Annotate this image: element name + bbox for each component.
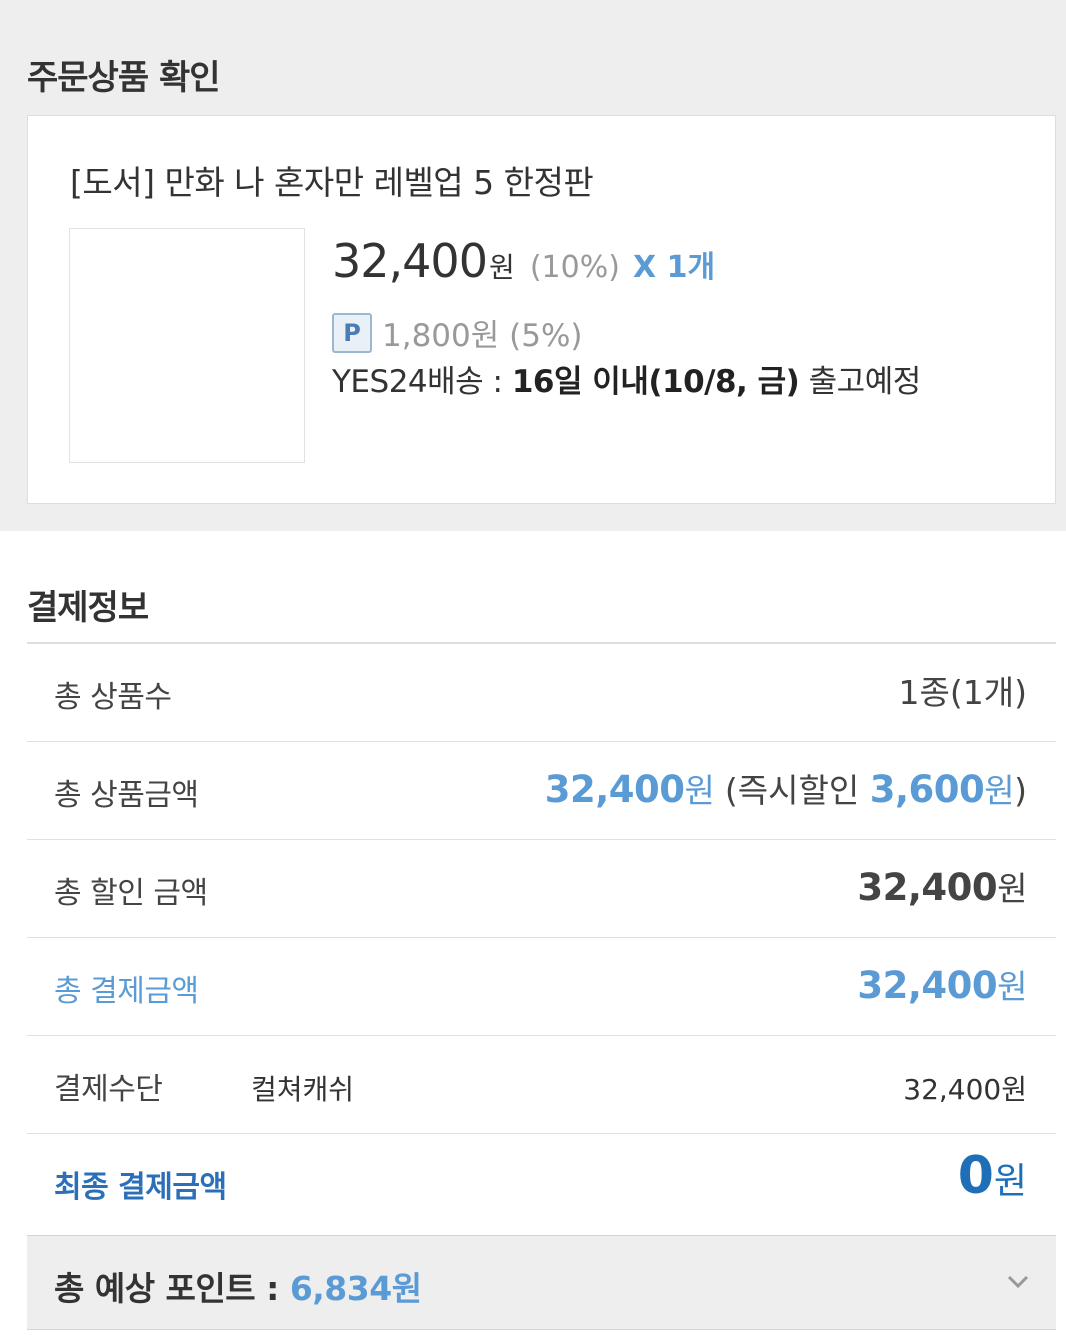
chevron-down-icon[interactable] [1006,1270,1030,1294]
instant-discount-close: ) [1014,771,1027,810]
product-price: 32,400 [332,234,488,288]
total-payment-value: 32,400원 [857,960,1027,1008]
payment-method-row: 결제수단 컬쳐캐쉬 32,400원 [27,1036,1056,1134]
instant-discount-prefix: (즉시할인 [714,771,870,810]
total-payment-row: 총 결제금액 32,400원 [27,938,1056,1036]
total-amount-value: 32,400원 (즉시할인 3,600원) [545,764,1027,812]
total-amount-row: 총 상품금액 32,400원 (즉시할인 3,600원) [27,742,1056,840]
final-payment-row: 최종 결제금액 0원 [27,1134,1056,1232]
total-discount-unit: 원 [997,869,1027,908]
total-items-label: 총 상품수 [54,680,172,715]
total-payment-number: 32,400 [857,964,998,1007]
order-section-title: 주문상품 확인 [27,58,221,98]
expected-points-toggle[interactable]: 총 예상 포인트 : 6,834원 [27,1235,1056,1330]
total-amount-label: 총 상품금액 [54,778,199,813]
product-thumbnail[interactable] [69,228,305,463]
total-amount-number: 32,400 [544,768,685,811]
instant-discount-unit: 원 [984,771,1015,810]
total-discount-value: 32,400원 [857,862,1027,910]
point-row: P 1,800원 (5%) [332,310,583,355]
shipping-label: YES24배송 : [332,364,512,400]
price-row: 32,400원 (10%) X 1개 [332,234,715,288]
shipping-date: 16일 이내(10/8, 금) [511,364,800,400]
price-unit: 원 [488,251,515,284]
shipping-suffix: 출고예정 [799,364,922,400]
expected-points-label: 총 예상 포인트 : [54,1269,290,1308]
final-payment-number: 0 [957,1146,994,1206]
total-discount-row: 총 할인 금액 32,400원 [27,840,1056,938]
order-confirm-section: 주문상품 확인 [도서] 만화 나 혼자만 레벨업 5 한정판 32,400원 … [0,0,1066,531]
payment-method-name: 컬쳐캐쉬 [251,1073,355,1106]
product-card: [도서] 만화 나 혼자만 레벨업 5 한정판 32,400원 (10%) X … [27,115,1056,504]
total-payment-unit: 원 [997,967,1027,1006]
product-quantity: X 1개 [633,250,716,285]
total-items-value: 1종(1개) [898,673,1027,712]
final-payment-value: 0원 [958,1146,1027,1206]
point-amount: 1,800원 (5%) [382,318,583,354]
expected-points-value: 6,834원 [289,1269,422,1308]
discount-rate: (10%) [529,250,620,285]
total-payment-label: 총 결제금액 [54,974,199,1009]
total-discount-number: 32,400 [857,866,998,909]
total-items-row: 총 상품수 1종(1개) [27,644,1056,742]
total-amount-unit: 원 [684,771,715,810]
instant-discount-number: 3,600 [869,768,985,811]
payment-section-title: 결제정보 [27,588,149,628]
expected-points: 총 예상 포인트 : 6,834원 [54,1262,422,1310]
final-payment-label: 최종 결제금액 [54,1170,227,1205]
total-discount-label: 총 할인 금액 [54,876,208,911]
final-payment-unit: 원 [993,1161,1027,1202]
shipping-info: YES24배송 : 16일 이내(10/8, 금) 출고예정 [332,356,921,401]
payment-method-label: 결제수단 [54,1072,163,1107]
product-name[interactable]: [도서] 만화 나 혼자만 레벨업 5 한정판 [70,156,594,204]
payment-table: 총 상품수 1종(1개) 총 상품금액 32,400원 (즉시할인 3,600원… [27,642,1056,1232]
payment-method-amount: 32,400원 [903,1073,1027,1106]
point-badge-icon: P [332,312,372,353]
